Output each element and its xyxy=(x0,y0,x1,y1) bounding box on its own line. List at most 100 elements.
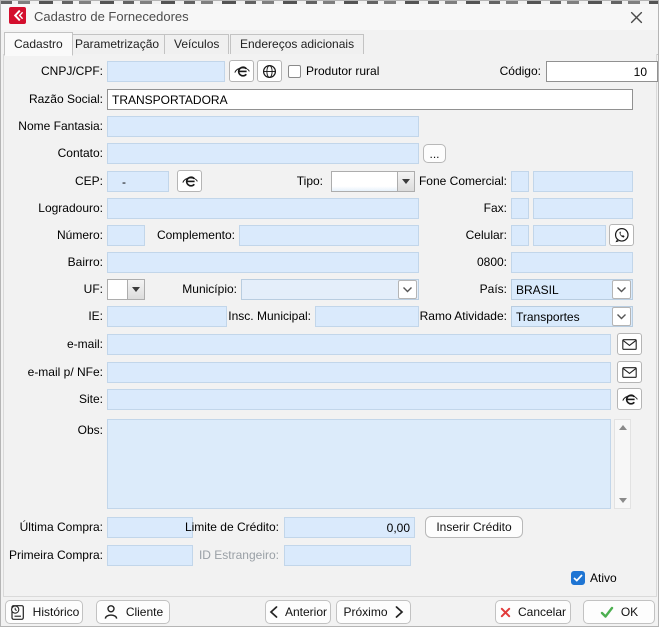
celular-input[interactable] xyxy=(533,225,606,246)
pais-value: BRASIL xyxy=(512,283,612,297)
cep-internet-lookup-icon[interactable] xyxy=(177,170,202,192)
cnpj-label: CNPJ/CPF: xyxy=(3,61,103,82)
obs-scrollbar[interactable] xyxy=(614,419,631,509)
fone-comercial-input[interactable] xyxy=(533,171,633,192)
proximo-button[interactable]: Próximo xyxy=(336,600,411,624)
obs-label: Obs: xyxy=(3,420,103,441)
ramo-atividade-select[interactable]: Transportes xyxy=(511,306,633,327)
scroll-up-icon[interactable] xyxy=(615,420,630,435)
anterior-button[interactable]: Anterior xyxy=(265,600,331,624)
complemento-input[interactable] xyxy=(239,225,419,246)
ok-button[interactable]: OK xyxy=(583,600,655,624)
fone-comercial-label: Fone Comercial: xyxy=(399,171,507,192)
limite-credito-label: Limite de Crédito: xyxy=(179,517,279,538)
cep-input[interactable] xyxy=(107,171,169,192)
historico-button[interactable]: Histórico xyxy=(5,600,83,624)
obs-textarea[interactable] xyxy=(107,419,611,509)
chevron-right-icon xyxy=(395,606,404,618)
tel0800-label: 0800: xyxy=(399,252,507,273)
cliente-button-label: Cliente xyxy=(126,605,163,619)
proximo-button-label: Próximo xyxy=(343,605,387,619)
municipio-select[interactable] xyxy=(241,279,419,300)
logradouro-input[interactable] xyxy=(107,198,419,219)
inserir-credito-button[interactable]: Inserir Crédito xyxy=(425,516,523,538)
anterior-button-label: Anterior xyxy=(285,605,327,619)
ramo-atividade-value: Transportes xyxy=(512,310,612,324)
cliente-button[interactable]: Cliente xyxy=(96,600,170,624)
whatsapp-icon[interactable] xyxy=(609,224,634,246)
ultima-compra-label: Última Compra: xyxy=(3,517,103,538)
site-internet-icon[interactable] xyxy=(617,388,642,410)
ie-input[interactable] xyxy=(107,306,227,327)
cadastro-fornecedores-window: Cadastro de Fornecedores Cadastro Parame… xyxy=(0,0,659,627)
chevron-left-icon xyxy=(269,606,278,618)
fax-ddd-input[interactable] xyxy=(511,198,529,219)
pais-chevron-down-icon[interactable] xyxy=(612,280,631,299)
site-input[interactable] xyxy=(107,389,611,410)
tipo-label: Tipo: xyxy=(243,171,323,192)
contato-more-button[interactable]: ... xyxy=(423,144,446,163)
fax-input[interactable] xyxy=(533,198,633,219)
bairro-label: Bairro: xyxy=(3,252,103,273)
produtor-rural-checkbox[interactable] xyxy=(288,65,301,78)
history-journal-icon xyxy=(9,604,26,621)
complemento-label: Complemento: xyxy=(135,225,235,246)
historico-button-label: Histórico xyxy=(33,605,80,619)
cancelar-button[interactable]: Cancelar xyxy=(495,600,571,624)
celular-ddd-input[interactable] xyxy=(511,225,529,246)
tel0800-input[interactable] xyxy=(511,252,633,273)
cnpj-input[interactable] xyxy=(107,61,225,82)
email-nfe-input[interactable] xyxy=(107,362,611,383)
email-label: e-mail: xyxy=(3,334,103,355)
person-icon xyxy=(103,604,119,620)
municipio-label: Município: xyxy=(137,279,237,300)
logradouro-label: Logradouro: xyxy=(3,198,103,219)
razao-social-label: Razão Social: xyxy=(3,89,103,110)
cep-label: CEP: xyxy=(3,171,103,192)
scroll-down-icon[interactable] xyxy=(615,493,630,508)
tab-enderecos-adicionais[interactable]: Endereços adicionais xyxy=(230,34,364,55)
titlebar: Cadastro de Fornecedores xyxy=(1,4,658,30)
tab-cadastro[interactable]: Cadastro xyxy=(4,32,73,56)
ramo-atividade-label: Ramo Atividade: xyxy=(399,306,507,327)
limite-credito-input[interactable] xyxy=(284,517,415,538)
celular-label: Celular: xyxy=(399,225,507,246)
close-icon[interactable] xyxy=(624,7,648,27)
cnpj-globe-icon[interactable] xyxy=(257,60,282,82)
fax-label: Fax: xyxy=(399,198,507,219)
ativo-checkbox[interactable] xyxy=(571,571,585,585)
fone-comercial-ddd-input[interactable] xyxy=(511,171,529,192)
ie-label: IE: xyxy=(3,306,103,327)
email-nfe-envelope-icon[interactable] xyxy=(617,361,642,383)
nome-fantasia-input[interactable] xyxy=(107,116,419,137)
site-label: Site: xyxy=(3,389,103,410)
ativo-check-icon xyxy=(573,574,583,582)
codigo-label: Código: xyxy=(441,61,541,82)
cancel-x-icon xyxy=(500,607,511,618)
bairro-input[interactable] xyxy=(107,252,419,273)
cancelar-button-label: Cancelar xyxy=(518,605,566,619)
ativo-label: Ativo xyxy=(590,568,617,589)
tab-parametrizacao[interactable]: Parametrização xyxy=(65,34,169,55)
app-logo-icon xyxy=(9,7,26,24)
ramo-atividade-chevron-down-icon[interactable] xyxy=(612,307,631,326)
email-nfe-label: e-mail p/ NFe: xyxy=(3,362,103,383)
window-title: Cadastro de Fornecedores xyxy=(34,4,189,30)
uf-label: UF: xyxy=(3,279,103,300)
id-estrangeiro-label: ID Estrangeiro: xyxy=(179,545,279,566)
tab-veiculos[interactable]: Veículos xyxy=(164,34,229,55)
razao-social-input[interactable] xyxy=(107,89,633,110)
codigo-input[interactable] xyxy=(546,61,658,82)
email-input[interactable] xyxy=(107,334,611,355)
email-envelope-icon[interactable] xyxy=(617,333,642,355)
numero-label: Número: xyxy=(3,225,103,246)
cnpj-internet-lookup-icon[interactable] xyxy=(229,60,254,82)
nome-fantasia-label: Nome Fantasia: xyxy=(3,116,103,137)
insc-municipal-label: Insc. Municipal: xyxy=(211,306,311,327)
contato-input[interactable] xyxy=(107,143,419,164)
produtor-rural-label: Produtor rural xyxy=(306,61,379,82)
pais-label: País: xyxy=(399,279,507,300)
id-estrangeiro-input[interactable] xyxy=(284,545,411,566)
pais-select[interactable]: BRASIL xyxy=(511,279,633,300)
ok-check-icon xyxy=(600,606,614,618)
